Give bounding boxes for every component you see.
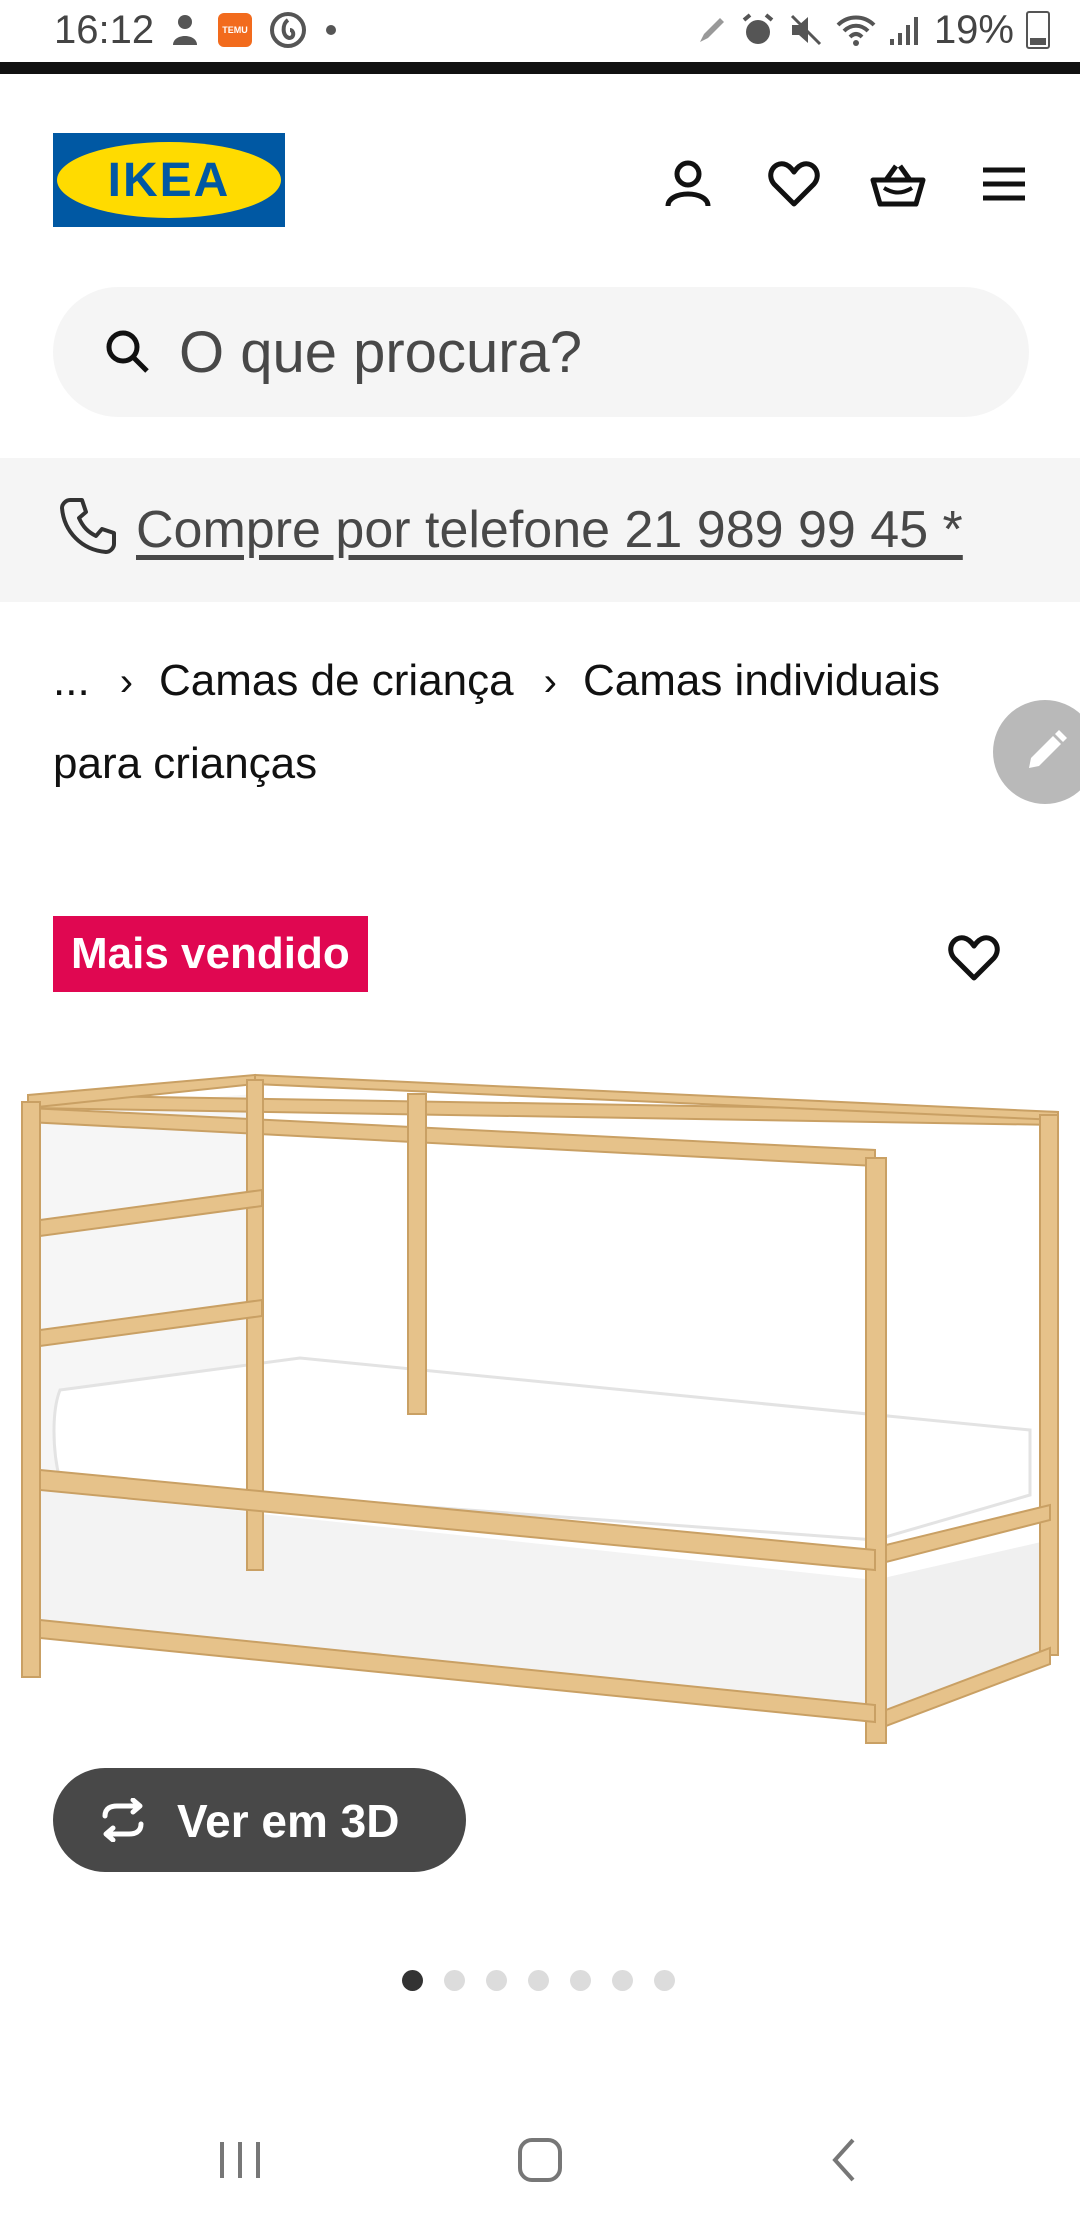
chevron-right-icon: › [543,660,557,704]
phone-order-link[interactable]: Compre por telefone 21 989 99 45 * [136,500,963,560]
logo-text: IKEA [108,154,231,207]
breadcrumb-item-camas-de-crianca[interactable]: Camas de criança [159,656,514,705]
pen-icon [699,18,724,42]
top-divider [0,62,1080,74]
view-in-3d-button[interactable]: Ver em 3D [53,1768,466,1872]
menu-icon[interactable] [974,154,1034,214]
status-left-icons: TEMU [170,10,338,50]
breadcrumb-item-ellipsis[interactable]: ... [53,656,90,705]
status-bar: 16:12 TEMU 19% [0,0,1080,62]
carousel-dot[interactable] [528,1970,549,1991]
phone-order-banner: Compre por telefone 21 989 99 45 * [0,458,1080,602]
alarm-icon [742,13,774,44]
best-seller-badge: Mais vendido [53,916,368,992]
mute-icon [790,14,821,46]
carousel-dot[interactable] [486,1970,507,1991]
temu-label: TEMU [222,25,248,35]
search-input[interactable] [179,287,979,417]
rotate-3d-icon [102,1798,144,1842]
chevron-right-icon: › [119,660,134,704]
status-right-icons: 19% [696,8,1050,52]
profile-icon [173,15,197,45]
android-nav-bar [0,2100,1080,2220]
basket-icon[interactable] [868,154,928,214]
product-image-bed[interactable] [0,1050,1080,1750]
carousel-dot[interactable] [444,1970,465,1991]
back-icon[interactable] [815,2130,875,2190]
site-header: IKEA [0,74,1080,284]
phone-icon [60,498,116,554]
product-favourite-heart-icon[interactable] [948,934,1008,994]
battery-percent: 19% [933,7,1014,52]
recent-apps-icon[interactable] [210,2130,270,2190]
wifi-icon [836,15,876,46]
signal-icon [889,17,918,45]
carousel-dot[interactable] [654,1970,675,1991]
temu-app-icon: TEMU [218,13,252,47]
view-in-3d-label: Ver em 3D [177,1795,400,1847]
carousel-dot[interactable] [612,1970,633,1991]
home-icon[interactable] [510,2130,570,2190]
account-icon[interactable] [658,154,718,214]
battery-icon [1026,11,1050,49]
image-carousel-dots [402,1970,675,1991]
pencil-icon [1029,730,1067,768]
search-bar[interactable] [53,287,1029,417]
dot-icon [326,25,336,35]
ikea-logo[interactable]: IKEA [53,133,285,227]
search-icon [106,330,149,373]
status-time: 16:12 [54,8,155,52]
carousel-dot[interactable] [402,1970,423,1991]
vodafone-icon [270,12,306,48]
wishlist-heart-icon[interactable] [764,154,824,214]
carousel-dot[interactable] [570,1970,591,1991]
breadcrumb: ... › Camas de criança › Camas individuais p… [53,640,983,805]
edit-pencil-button[interactable] [993,700,1080,804]
